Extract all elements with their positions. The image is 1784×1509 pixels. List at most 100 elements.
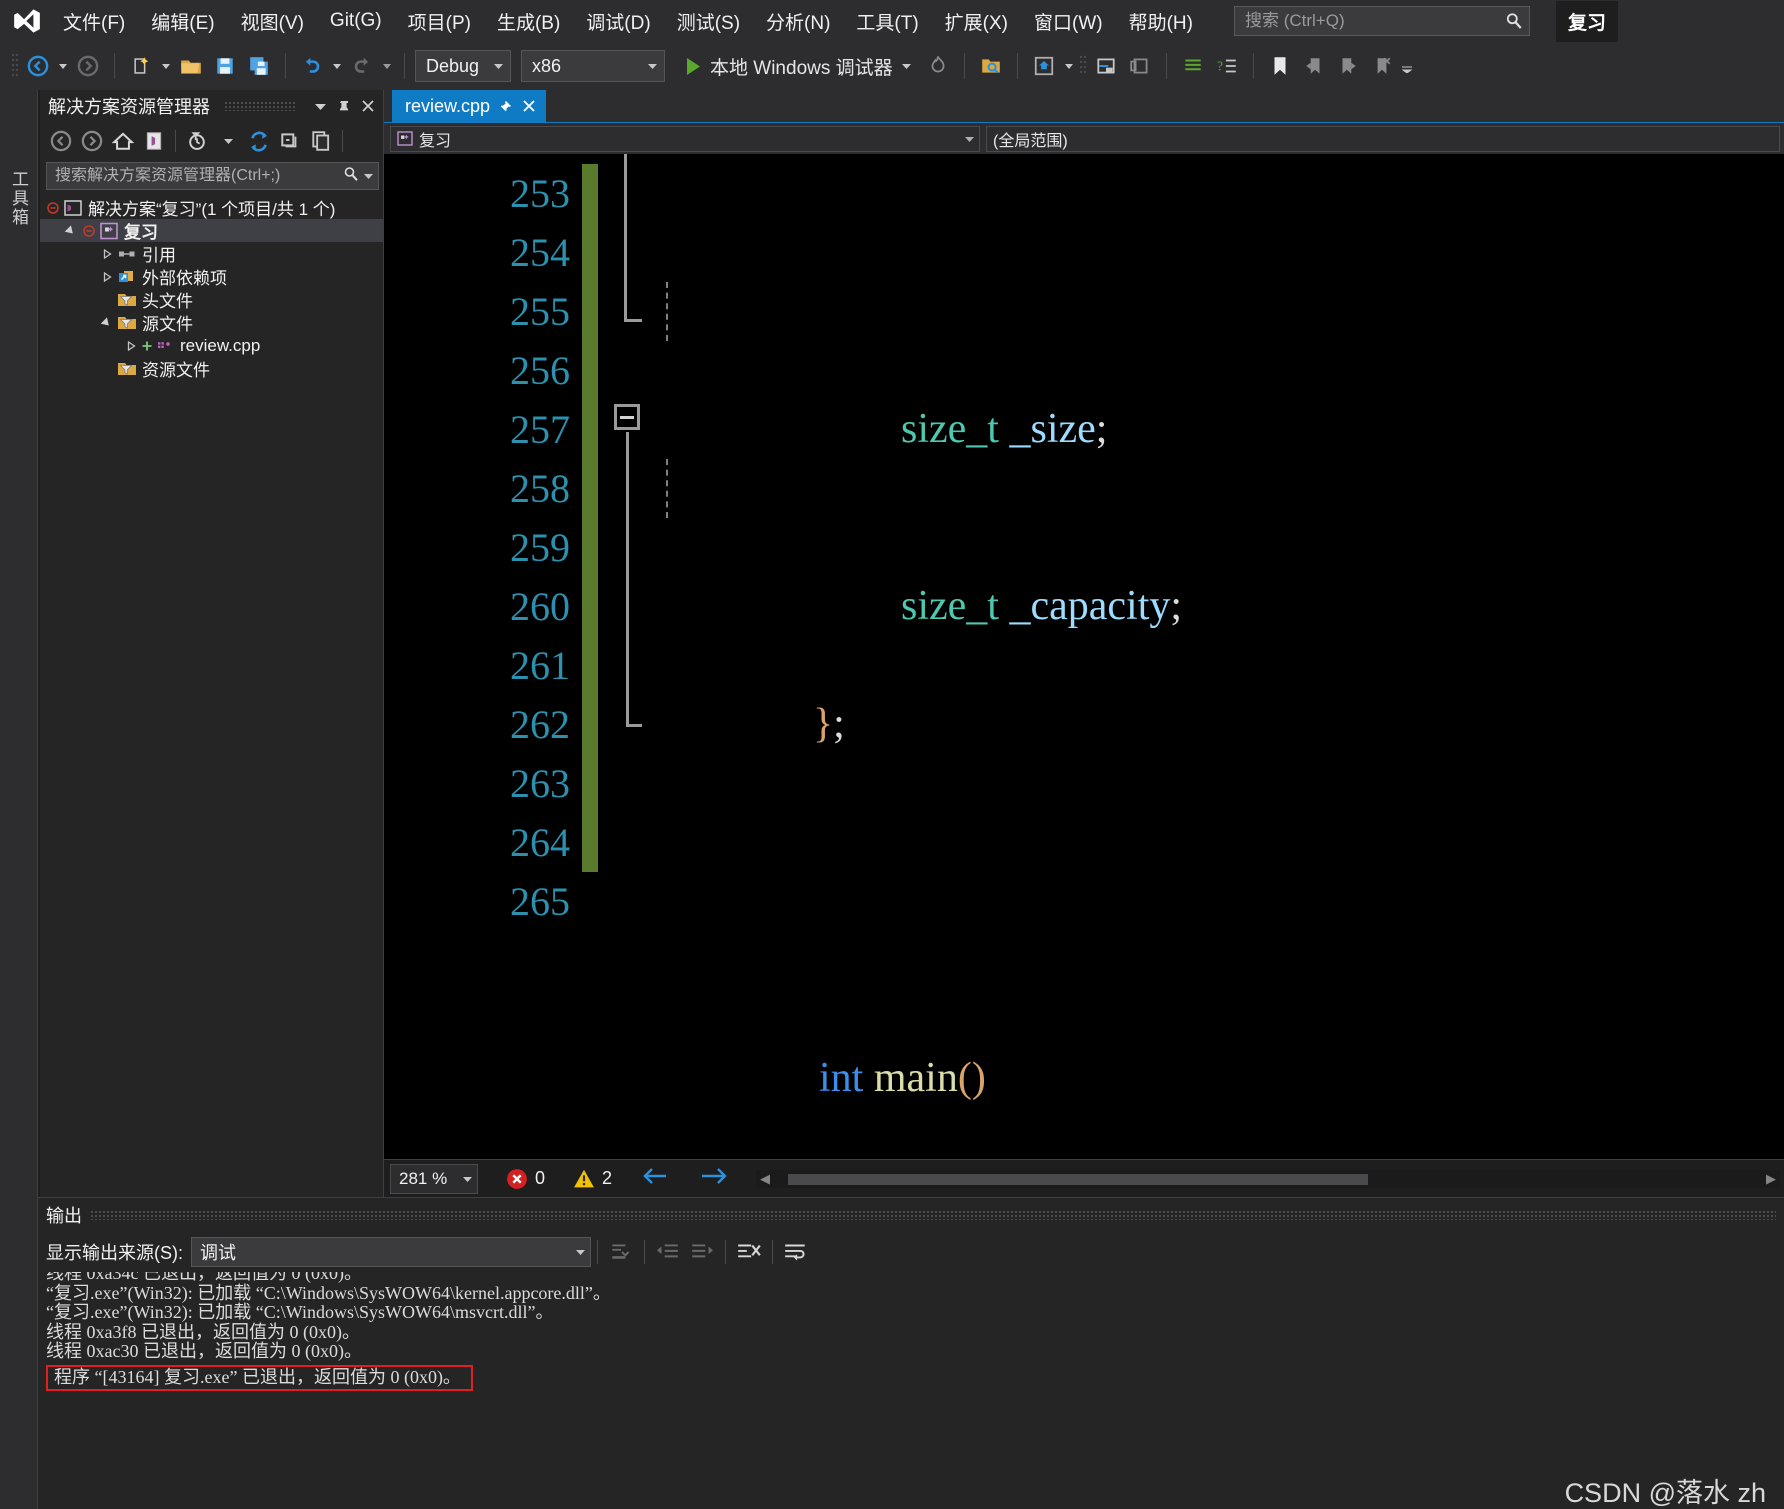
warning-count-indicator[interactable]: 2 (573, 1168, 612, 1190)
tree-item-header-files[interactable]: 头文件 (40, 288, 383, 311)
panel-drag-handle[interactable] (90, 1210, 1776, 1220)
collapse-toggle-icon[interactable] (44, 201, 62, 214)
arrow-right-icon[interactable] (700, 1166, 728, 1191)
zoom-level-dropdown[interactable]: 281 % (390, 1163, 478, 1194)
clear-all-icon[interactable] (732, 1236, 766, 1268)
find-message-icon[interactable] (604, 1236, 638, 1268)
hot-reload-button[interactable] (922, 49, 954, 83)
previous-bookmark-button[interactable] (1298, 49, 1330, 83)
tree-item-review-cpp[interactable]: review.cpp (40, 334, 383, 357)
solution-platform-dropdown[interactable]: x86 (521, 50, 665, 82)
undo-button[interactable] (296, 49, 328, 83)
solution-configuration-dropdown[interactable]: Debug (415, 50, 511, 82)
back-icon[interactable] (46, 126, 76, 156)
menu-item-help[interactable]: 帮助(H) (1116, 2, 1206, 41)
tree-item-solution[interactable]: 解决方案“复习”(1 个项目/共 1 个) (40, 196, 383, 219)
properties-window-button[interactable] (1090, 49, 1122, 83)
indent-list-button[interactable] (1177, 49, 1209, 83)
scroll-left-icon[interactable]: ◀ (756, 1171, 774, 1187)
tree-item-references[interactable]: 引用 (40, 242, 383, 265)
tree-item-project[interactable]: 复习 (40, 219, 383, 242)
search-icon[interactable] (1505, 12, 1523, 30)
menu-item-tools[interactable]: 工具(T) (843, 2, 931, 41)
code-line[interactable] (642, 813, 1784, 872)
undo-dropdown-icon[interactable] (330, 49, 344, 83)
scroll-right-icon[interactable]: ▶ (1762, 1171, 1780, 1187)
save-button[interactable] (209, 49, 241, 83)
output-log[interactable]: 线程 0xa34c 已退出，返回值为 0 (0x0)。 “复习.exe”(Win… (38, 1272, 1784, 1509)
toggle-word-wrap-icon[interactable] (779, 1236, 813, 1268)
code-text-region[interactable]: size_t _size; size_t _capacity; }; int m… (642, 154, 1784, 1159)
close-icon[interactable] (359, 95, 377, 117)
redo-button[interactable] (346, 49, 378, 83)
tree-item-external-dependencies[interactable]: 外部依赖项 (40, 265, 383, 288)
pin-icon[interactable] (499, 99, 513, 113)
expand-toggle-icon[interactable] (98, 316, 116, 329)
horizontal-scrollbar[interactable]: ◀ ▶ (756, 1169, 1780, 1188)
go-to-next-message-icon[interactable] (685, 1236, 719, 1268)
clear-bookmarks-button[interactable] (1366, 49, 1398, 83)
redo-dropdown-icon[interactable] (380, 49, 394, 83)
pending-changes-filter-icon[interactable] (182, 126, 212, 156)
arrow-left-icon[interactable] (642, 1166, 670, 1191)
new-project-dropdown-icon[interactable] (159, 49, 173, 83)
open-file-button[interactable] (175, 49, 207, 83)
solution-properties-icon[interactable] (139, 126, 169, 156)
tab-review-cpp[interactable]: review.cpp (392, 90, 547, 122)
search-icon[interactable] (343, 166, 359, 187)
panel-drag-handle[interactable] (224, 101, 297, 111)
navbar-scope-dropdown[interactable]: (全局范围) (986, 125, 1780, 152)
start-debugging-button[interactable]: 本地 Windows 调试器 (677, 49, 920, 83)
scrollbar-track[interactable] (774, 1170, 1762, 1187)
home-icon[interactable] (108, 126, 138, 156)
code-line[interactable]: size_t _size; (642, 282, 1784, 452)
forward-icon[interactable] (77, 126, 107, 156)
toggle-bookmark-button[interactable] (1264, 49, 1296, 83)
menu-item-view[interactable]: 视图(V) (228, 2, 317, 41)
menu-item-debug[interactable]: 调试(D) (573, 2, 663, 41)
toolbar-grip[interactable] (10, 51, 20, 81)
menu-item-project[interactable]: 项目(P) (395, 2, 484, 41)
code-line[interactable]: size_t _capacity; (642, 459, 1784, 629)
comment-lines-button[interactable]: ? (1211, 49, 1243, 83)
menu-item-git[interactable]: Git(G) (317, 4, 395, 38)
navbar-project-dropdown[interactable]: 复习 (390, 125, 980, 152)
chevron-right-icon[interactable] (122, 340, 140, 352)
solution-explorer-search-box[interactable] (46, 162, 379, 190)
search-options-chevron-icon[interactable] (363, 167, 374, 185)
error-count-indicator[interactable]: 0 (506, 1168, 545, 1190)
code-line[interactable]: }; (642, 636, 1784, 747)
breakpoint-gutter[interactable] (384, 154, 448, 1159)
outlining-gutter[interactable] (598, 154, 642, 1159)
save-all-button[interactable] (243, 49, 275, 83)
menu-item-window[interactable]: 窗口(W) (1021, 2, 1116, 41)
toolbox-rail[interactable]: 工具箱 (0, 90, 38, 1509)
show-all-files-icon[interactable] (306, 126, 336, 156)
navigate-back-button[interactable] (22, 49, 54, 83)
new-project-button[interactable] (125, 49, 157, 83)
refresh-icon[interactable] (244, 126, 274, 156)
chevron-down-icon[interactable] (311, 95, 329, 117)
home-dropdown-icon[interactable] (1062, 49, 1076, 83)
menu-item-edit[interactable]: 编辑(E) (138, 2, 227, 41)
tree-item-resource-files[interactable]: 资源文件 (40, 357, 383, 380)
pin-icon[interactable] (335, 95, 353, 117)
search-input[interactable] (1244, 11, 1505, 31)
menu-item-file[interactable]: 文件(F) (50, 2, 138, 41)
scrollbar-thumb[interactable] (788, 1173, 1369, 1185)
collapse-all-icon[interactable] (275, 126, 305, 156)
chevron-right-icon[interactable] (98, 271, 116, 283)
output-source-dropdown[interactable]: 调试 (191, 1237, 591, 1267)
solution-explorer-home-button[interactable] (1028, 49, 1060, 83)
search-in-files-button[interactable] (975, 49, 1007, 83)
menu-item-analyze[interactable]: 分析(N) (753, 2, 843, 41)
go-to-previous-message-icon[interactable] (651, 1236, 685, 1268)
chevron-down-icon[interactable] (213, 126, 243, 156)
collapse-toggle-icon[interactable] (80, 224, 98, 237)
close-icon[interactable] (522, 99, 536, 113)
next-bookmark-button[interactable] (1332, 49, 1364, 83)
tabstrip-overflow-area[interactable] (384, 90, 392, 122)
expand-toggle-icon[interactable] (62, 224, 80, 237)
toolbar-overflow-icon[interactable] (1400, 49, 1414, 83)
code-line[interactable]: int main() (642, 990, 1784, 1101)
